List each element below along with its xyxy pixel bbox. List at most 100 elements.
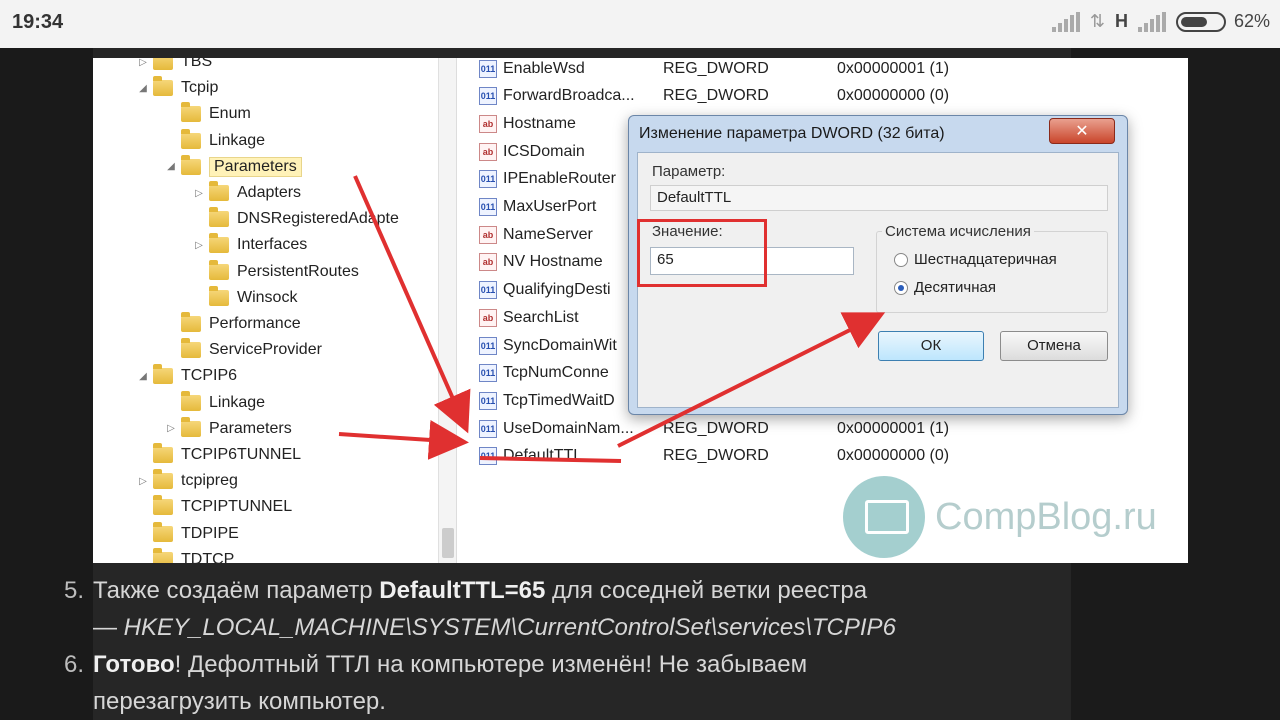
tree-item-label: tcpipreg [181,472,238,490]
step-5-dash: — [93,614,124,641]
tree-item[interactable]: ◢ TCPIP6 [137,363,237,389]
step-6: 6. Готово! Дефолтный ТТЛ на компьютере и… [64,646,964,720]
radio-decimal-label: Десятичная [914,279,996,296]
tree-item[interactable]: TDTCP [137,547,234,563]
tree-item-label: TCPIPTUNNEL [181,498,293,516]
tree-item[interactable]: ▷ Interfaces [193,232,307,258]
tree-item[interactable]: TCPIP6TUNNEL [137,442,301,468]
radio-hex-dot[interactable] [894,252,908,267]
step-5-text-mid: для соседней ветки реестра [545,577,868,604]
signal-icon [1051,11,1080,32]
tree-item[interactable]: ◢ Parameters [165,154,302,180]
ok-button[interactable]: ОК [878,331,984,361]
status-icons: ⇅ H 62% [1051,11,1270,32]
radio-decimal-dot[interactable] [894,280,908,295]
registry-value-row[interactable]: 011 ForwardBroadca... REG_DWORD 0x00000000 … [479,83,1179,110]
tree-item-label: Performance [209,315,301,332]
folder-icon [153,521,173,542]
tree-item[interactable]: Enum [165,101,251,127]
folder-icon [181,154,201,175]
dword-value-icon: 011 [479,170,497,189]
tree-expander-icon[interactable]: ▷ [137,476,149,487]
instruction-steps: 5. Также создаём параметр DefaultTTL=65 … [64,572,964,720]
value-data: 0x00000000 (0) [837,447,950,465]
dword-value-icon: 011 [479,391,497,410]
tree-item[interactable]: PersistentRoutes [193,259,359,285]
tree-item[interactable]: TCPIPTUNNEL [137,494,292,520]
registry-value-row[interactable]: 011 EnableWsd REG_DWORD 0x00000001 (1) [479,58,1179,82]
value-data: 0x00000000 (0) [837,87,950,105]
dialog-body: Параметр: DefaultTTL Значение: 65 Систем… [637,152,1119,408]
folder-icon [153,443,173,463]
tree-expander-icon[interactable]: ▷ [165,423,177,434]
status-bar: 19:34 ⇅ H 62% [0,0,1280,48]
cancel-button[interactable]: Отмена [1000,331,1108,361]
tree-item[interactable]: Performance [165,311,301,337]
tree-item[interactable]: Winsock [193,285,297,311]
radio-hex-label: Шестнадцатеричная [914,251,1057,268]
tree-expander-icon[interactable]: ◢ [165,161,177,172]
folder-icon [181,416,201,437]
tree-item-label: TDPIPE [181,524,239,542]
dword-value-icon: 011 [479,447,497,466]
string-value-icon: ab [479,114,497,133]
value-type: REG_DWORD [663,419,769,437]
tree-item-label: TCPIP6TUNNEL [181,446,302,463]
step-5-registry-path: HKEY_LOCAL_MACHINE\SYSTEM\CurrentControl… [123,614,896,641]
tree-item-label: TBS [181,58,213,70]
watermark-text: CompBlog.ru [935,495,1157,538]
folder-icon [153,469,173,490]
tree-item[interactable]: TDPIPE [137,521,239,547]
folder-icon [209,207,229,228]
tree-item[interactable]: ▷ Parameters [165,416,292,442]
tree-item-label: DNSRegisteredAdapte [237,210,399,228]
string-value-icon: ab [479,308,497,327]
registry-value-row[interactable]: 011 DefaultTTL REG_DWORD 0x00000000 (0) [479,443,1179,470]
folder-icon [181,312,201,332]
folder-icon [181,128,201,149]
battery: 62% [1175,11,1270,32]
tree-expander-icon[interactable]: ▷ [193,240,205,251]
folder-icon [181,338,201,359]
tree-item[interactable]: ▷ TBS [137,58,212,75]
tree-scrollbar[interactable] [438,58,456,563]
tree-item-label: ServiceProvider [209,341,322,359]
tree-item-label: TCPIP6 [181,367,238,385]
battery-percent: 62% [1233,11,1270,31]
base-label: Система исчисления [882,223,1034,240]
tree-item[interactable]: Linkage [165,128,265,154]
tree-item-label: Parameters [209,156,302,177]
dword-value-icon: 011 [479,59,497,78]
step-6-text: ! Дефолтный ТТЛ на компьютере изменён! Н… [93,651,808,715]
radio-decimal[interactable]: Десятичная [894,279,996,296]
value-type: REG_DWORD [663,87,769,105]
tree-expander-icon[interactable]: ▷ [193,188,205,199]
dword-value-icon: 011 [479,364,497,383]
folder-icon [153,364,173,385]
tree-item-label: Winsock [237,288,298,306]
dialog-close-button[interactable]: ✕ [1049,118,1115,144]
step-5-number: 5. [64,577,85,604]
tree-item[interactable]: ◢ Tcpip [137,75,218,101]
value-highlight-box [637,219,767,287]
tree-item[interactable]: ServiceProvider [165,337,322,363]
tree-item[interactable]: Linkage [165,390,265,416]
tree-item[interactable]: ▷ Adapters [193,180,301,206]
radio-hex[interactable]: Шестнадцатеричная [894,251,1057,268]
step-5-text-pre: Также создаём параметр [93,577,380,604]
tree-scrollbar-thumb[interactable] [442,528,454,558]
tree-expander-icon[interactable]: ▷ [137,58,149,68]
folder-icon [153,547,173,563]
tree-item[interactable]: ▷ tcpipreg [137,468,238,494]
tree-expander-icon[interactable]: ◢ [137,371,149,382]
registry-value-row[interactable]: 011 UseDomainNam... REG_DWORD 0x00000001 (1… [479,415,1179,442]
param-name-field: DefaultTTL [650,185,1108,211]
value-type: REG_DWORD [663,447,769,465]
article-page: ▷ TBS ◢ Tcpip Enum Linkage ◢ Parameters ▷ Adapter… [0,48,1280,720]
dword-value-icon: 011 [479,419,497,438]
signal-icon-sim2 [1137,11,1166,32]
battery-icon [1175,11,1226,32]
tree-item[interactable]: DNSRegisteredAdapte [193,206,399,232]
tree-expander-icon[interactable]: ◢ [137,83,149,94]
edit-dword-dialog: Изменение параметра DWORD (32 бита) ✕ Па… [628,115,1128,415]
